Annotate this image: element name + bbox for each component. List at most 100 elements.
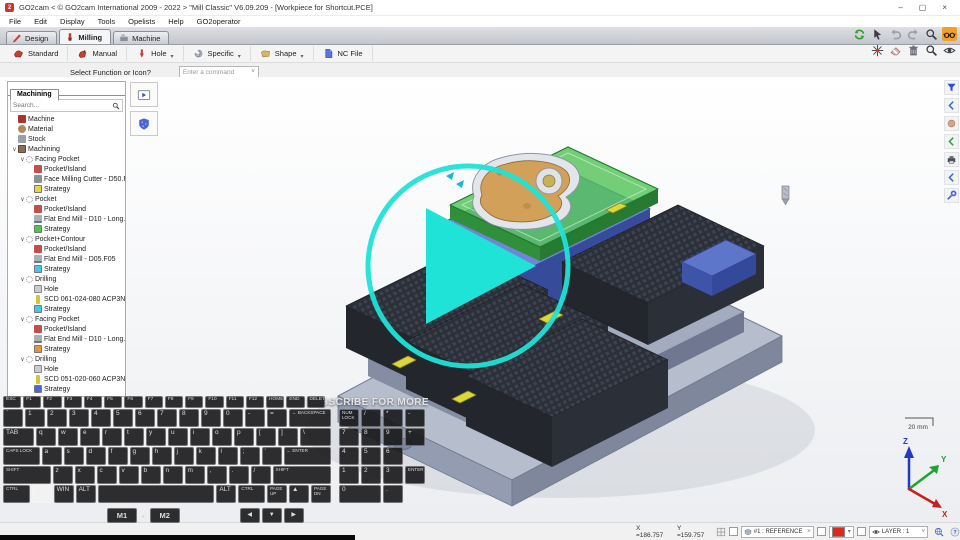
arrow-key: ◀ [240, 508, 260, 523]
layer-checkbox[interactable] [857, 527, 866, 536]
tree-item-drilling[interactable]: ∨Drilling [8, 274, 125, 284]
key-f: f [108, 447, 128, 465]
tree-item-machine[interactable]: Machine [8, 114, 125, 124]
tree-item-stock[interactable]: Stock [8, 134, 125, 144]
collapse-icon[interactable]: ∨ [19, 316, 26, 323]
key-1: 1 [25, 409, 45, 427]
redo-icon[interactable] [906, 27, 921, 41]
tree-item-drilling[interactable]: ∨Drilling [8, 354, 125, 364]
current-color-swatch [832, 527, 845, 537]
key-4: 4 [91, 409, 111, 427]
tree-item-face-milling-cutter-d50-f09[interactable]: Face Milling Cutter - D50.F09 [8, 174, 125, 184]
collapse-icon[interactable]: ∨ [11, 146, 18, 153]
drill-icon [36, 295, 40, 304]
eraser-icon[interactable] [888, 43, 903, 57]
pointer-icon[interactable] [870, 27, 885, 41]
globe-search-icon[interactable] [934, 527, 944, 537]
chevron-down-icon: ▾ [846, 528, 851, 535]
collapse-icon[interactable]: ∨ [19, 276, 26, 283]
tree-item-machining[interactable]: ∨Machining [8, 144, 125, 154]
mouse-left-button: M1 [107, 508, 137, 523]
tree-item-material[interactable]: Material [8, 124, 125, 134]
vest-button[interactable] [130, 111, 158, 136]
machining-panel-tab[interactable]: Machining [10, 89, 59, 101]
key-7: 7 [157, 409, 177, 427]
search-input[interactable] [11, 102, 112, 109]
key-blank: ' [262, 447, 282, 465]
key-t: t [124, 428, 144, 446]
key-blank: = [267, 409, 287, 427]
collapse-icon[interactable]: ∨ [19, 196, 26, 203]
key-h: h [152, 447, 172, 465]
zoom-icon[interactable] [924, 27, 939, 41]
key-m: m [185, 466, 205, 484]
key-2: 2 [47, 409, 67, 427]
tree-item-pocket-island[interactable]: Pocket/Island [8, 204, 125, 214]
stock-icon [18, 135, 26, 143]
key-f10: F10 [205, 396, 223, 408]
tree-item-scd-051-020-060-acp3n-f01[interactable]: SCD 051-020-060 ACP3N.F01 [8, 374, 125, 384]
magnifier-icon[interactable] [924, 43, 939, 57]
key-blank: / [361, 409, 381, 427]
key-8: 8 [361, 428, 381, 446]
tree-item-strategy[interactable]: Strategy [8, 184, 125, 194]
key-f2: F2 [43, 396, 61, 408]
tree-item-flat-end-mill-d10-long-f05[interactable]: Flat End Mill - D10 - Long.F05 [8, 334, 125, 344]
hand-icon[interactable] [944, 116, 959, 131]
layer-select[interactable]: LAYER : 1 ˅ [869, 526, 928, 538]
simulation-button[interactable] [130, 82, 158, 107]
key-j: j [174, 447, 194, 465]
key-f8: F8 [165, 396, 183, 408]
tree-item-hole[interactable]: Hole [8, 364, 125, 374]
trash-icon[interactable] [906, 43, 921, 57]
tree-item-flat-end-mill-d05-f05[interactable]: Flat End Mill - D05.F05 [8, 254, 125, 264]
tree-item-pocket-island[interactable]: Pocket/Island [8, 244, 125, 254]
chevron-blue-icon[interactable] [944, 98, 959, 113]
wrench-icon[interactable] [944, 188, 959, 203]
key-f1: F1 [23, 396, 41, 408]
key-r: r [102, 428, 122, 446]
tree-item-strategy[interactable]: Strategy [8, 344, 125, 354]
eye-icon[interactable] [942, 43, 957, 57]
chevron-green-icon[interactable] [944, 134, 959, 149]
undo-icon[interactable] [888, 27, 903, 41]
tree-item-flat-end-mill-d10-long-f05[interactable]: Flat End Mill - D10 - Long.F05 [8, 214, 125, 224]
reference-select[interactable]: #1 : REFERENCE ˅ [741, 526, 814, 538]
tree-item-facing-pocket[interactable]: ∨Facing Pocket [8, 154, 125, 164]
tree-item-pocket-contour[interactable]: ∨Pocket+Contour [8, 234, 125, 244]
key-blank: \ [300, 428, 331, 446]
collapse-icon[interactable]: ∨ [19, 356, 26, 363]
tree-item-strategy[interactable]: Strategy [8, 264, 125, 274]
key-num-lock: NUM LOCK [339, 409, 359, 427]
color-checkbox[interactable] [817, 527, 826, 536]
key-home: HOME [266, 396, 284, 408]
tree-item-pocket-island[interactable]: Pocket/Island [8, 164, 125, 174]
help-icon[interactable] [950, 527, 960, 537]
burst-icon[interactable] [870, 43, 885, 57]
tree-item-strategy[interactable]: Strategy [8, 304, 125, 314]
tree-item-hole[interactable]: Hole [8, 284, 125, 294]
chevron-blue-icon[interactable] [944, 170, 959, 185]
printer-icon[interactable] [944, 152, 959, 167]
pocket-island-icon [34, 325, 42, 333]
strategy-orange-icon [34, 345, 42, 353]
tree-item-pocket[interactable]: ∨Pocket [8, 194, 125, 204]
go2-glasses-icon[interactable] [942, 27, 957, 41]
keyboard-row: ESCF1F2F3F4F5F6F7F8F9F10F11F12HOMEENDDEL… [2, 396, 426, 408]
key-v: v [119, 466, 139, 484]
tree-item-pocket-island[interactable]: Pocket/Island [8, 324, 125, 334]
key-alt: ALT [216, 485, 236, 503]
tree-item-scd-061-024-080-acp3n-f01[interactable]: SCD 061-024-080 ACP3N.F01 [8, 294, 125, 304]
tutorial-video-overlay[interactable]: SUBSCRIBE FOR MORE ESCF1F2F3F4F5F6F7F8F9… [0, 396, 432, 540]
keyboard-row: CAPS LOCKasdfghjkl;'← ENTER456 [2, 447, 426, 465]
tree-item-strategy[interactable]: Strategy [8, 224, 125, 234]
color-swatch-select[interactable]: ▾ [829, 526, 854, 538]
tree-item-facing-pocket[interactable]: ∨Facing Pocket [8, 314, 125, 324]
grid-icon[interactable] [716, 527, 726, 537]
collapse-icon[interactable]: ∨ [19, 236, 26, 243]
filter-icon[interactable] [944, 80, 959, 95]
tree-item-strategy[interactable]: Strategy [8, 384, 125, 394]
collapse-icon[interactable]: ∨ [19, 156, 26, 163]
sync-icon[interactable] [852, 27, 867, 41]
reference-checkbox[interactable] [729, 527, 738, 536]
